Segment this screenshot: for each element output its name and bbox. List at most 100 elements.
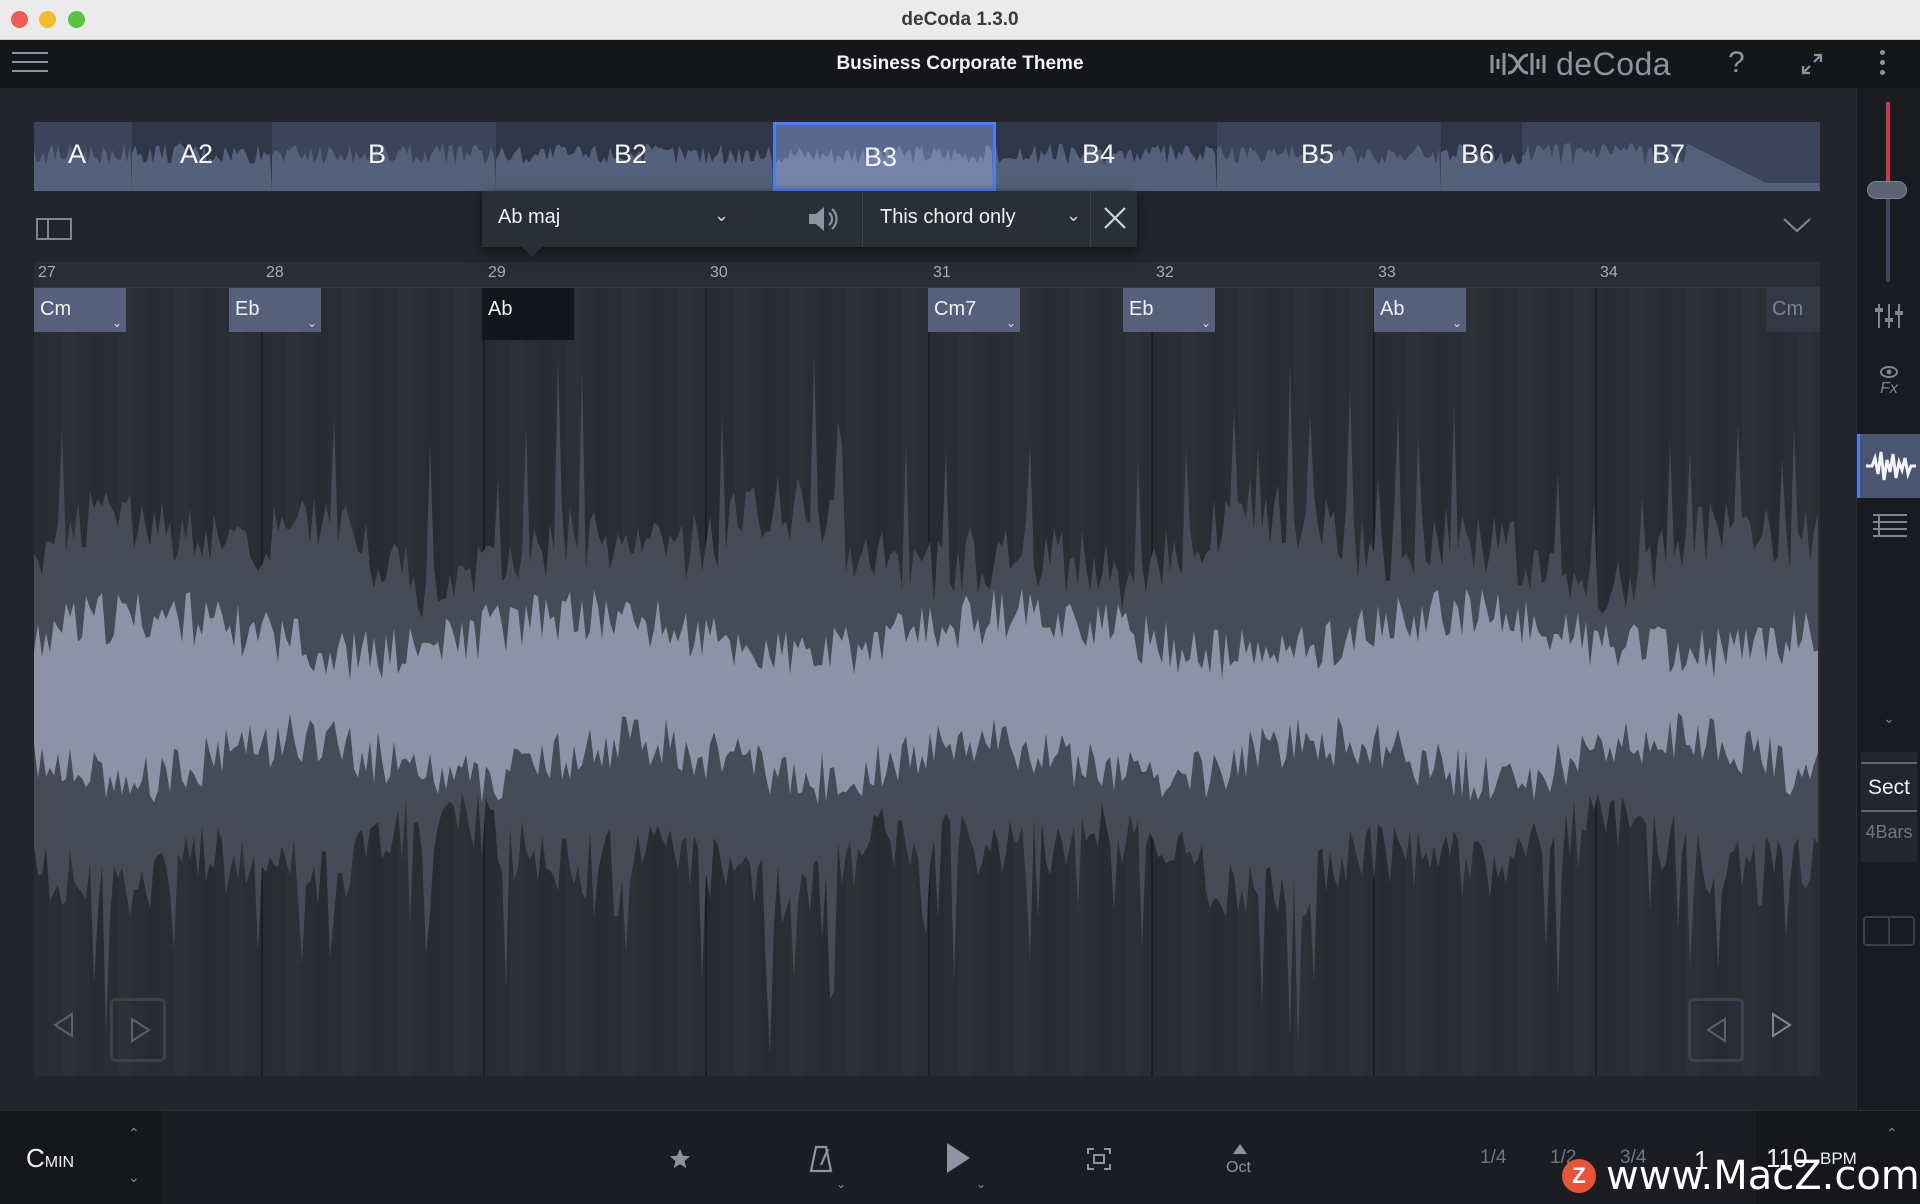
play-caret-icon[interactable]: ⌄ <box>976 1177 986 1191</box>
watermark-text: www.MacZ.com <box>1606 1153 1920 1199</box>
window-title: deCoda 1.3.0 <box>901 9 1019 30</box>
section-tab-b4[interactable]: B4 <box>996 122 1217 191</box>
section-strip: A A2 B B2 B3 B4 B5 B6 B7 <box>34 122 1820 191</box>
bar-number: 29 <box>488 264 506 281</box>
back-triangle-icon <box>1706 1017 1726 1043</box>
section-tab-b[interactable]: B <box>272 122 496 191</box>
four-bars-zoom-button[interactable]: 4Bars <box>1861 822 1917 843</box>
chord-label: Ab <box>1380 298 1405 320</box>
previous-triangle-icon[interactable] <box>52 1012 74 1038</box>
chord-caret-icon[interactable]: ⌄ <box>307 316 317 330</box>
bar-ruler: 27 28 29 30 31 32 33 34 <box>34 262 1820 288</box>
fx-label[interactable]: Fx <box>1857 380 1920 398</box>
chord-button[interactable]: Cm7 ⌄ <box>928 288 1020 332</box>
waveform-view-button[interactable] <box>1857 434 1920 498</box>
play-icon[interactable] <box>944 1141 972 1175</box>
key-mode: MIN <box>44 1154 75 1171</box>
section-label: B4 <box>1082 139 1116 169</box>
section-label: B5 <box>1301 139 1335 169</box>
fx-eye-icon[interactable] <box>1857 364 1920 380</box>
scope-select-caret-icon[interactable]: ⌄ <box>1066 205 1081 226</box>
chord-label: Cm <box>1772 298 1804 320</box>
decoda-logo-icon <box>1490 53 1546 75</box>
key-down-caret-icon[interactable]: ⌄ <box>128 1169 140 1186</box>
chord-label: Eb <box>1129 298 1154 320</box>
chord-button[interactable]: Eb ⌄ <box>1123 288 1215 332</box>
section-tab-a[interactable]: A <box>34 122 132 191</box>
metronome-icon[interactable] <box>808 1143 834 1175</box>
section-tab-b6[interactable]: B6 <box>1441 122 1522 191</box>
section-tab-b3[interactable]: B3 <box>773 122 996 191</box>
apply-scope-select[interactable]: This chord only <box>880 206 1016 229</box>
bpm-up-caret-icon[interactable]: ⌃ <box>1886 1125 1898 1142</box>
loop-region-icon[interactable] <box>1086 1147 1112 1171</box>
key-selector[interactable]: CMIN ⌃ ⌄ <box>0 1111 162 1204</box>
bar-number: 27 <box>38 264 56 281</box>
chord-caret-icon[interactable]: ⌄ <box>112 316 122 330</box>
chord-button[interactable]: Cm <box>1766 288 1820 332</box>
chord-button[interactable]: Cm ⌄ <box>34 288 126 332</box>
chord-select-caret-icon[interactable]: ⌄ <box>714 205 729 226</box>
section-zoom-button[interactable]: Sect <box>1861 762 1917 812</box>
octave-label[interactable]: Oct <box>1226 1159 1251 1177</box>
metronome-caret-icon[interactable]: ⌄ <box>836 1177 846 1191</box>
bar-number: 34 <box>1600 264 1618 281</box>
section-tab-b2[interactable]: B2 <box>496 122 773 191</box>
scroll-left-arrow-icon[interactable] <box>54 652 84 726</box>
watermark: Z www.MacZ.com <box>1562 1153 1920 1199</box>
section-tab-a2[interactable]: A2 <box>132 122 272 191</box>
watermark-badge: Z <box>1562 1159 1596 1193</box>
section-label: B2 <box>614 139 648 169</box>
section-label: A2 <box>180 139 214 169</box>
split-view-icon[interactable] <box>1863 916 1915 946</box>
bar-number: 32 <box>1156 264 1174 281</box>
help-icon[interactable]: ? <box>1728 46 1745 80</box>
list-view-icon[interactable] <box>1857 512 1920 540</box>
popup-pointer <box>522 247 542 257</box>
window-titlebar: deCoda 1.3.0 <box>0 0 1920 40</box>
key-up-caret-icon[interactable]: ⌃ <box>128 1125 140 1142</box>
chord-button[interactable]: Eb ⌄ <box>229 288 321 332</box>
bar-number: 31 <box>933 264 951 281</box>
chord-caret-icon[interactable]: ⌄ <box>1452 316 1462 330</box>
section-label: A <box>68 139 87 169</box>
octave-up-icon[interactable] <box>1232 1143 1248 1155</box>
section-tab-b7[interactable]: B7 <box>1522 122 1820 191</box>
fullscreen-icon[interactable] <box>1800 52 1824 76</box>
play-triangle-icon <box>131 1017 151 1043</box>
chord-timeline[interactable]: 27 28 29 30 31 32 33 34 Cm ⌄ Eb ⌄ Ab Cm7 ⌄ Eb ⌄ Ab ⌄ Cm <box>34 262 1820 1076</box>
loop-start-button[interactable] <box>110 998 166 1062</box>
speed-quarter[interactable]: 1/4 <box>1480 1147 1506 1169</box>
key-root: C <box>26 1143 45 1173</box>
bar-number: 30 <box>710 264 728 281</box>
chord-caret-icon[interactable]: ⌄ <box>1201 316 1211 330</box>
section-label: B <box>368 139 387 169</box>
more-options-icon[interactable] <box>1880 50 1888 78</box>
chord-select[interactable]: Ab maj <box>498 206 560 229</box>
section-tab-b5[interactable]: B5 <box>1217 122 1441 191</box>
key-label: CMIN <box>26 1143 74 1174</box>
waveform-icon <box>1866 451 1916 481</box>
chord-button[interactable]: Ab ⌄ <box>1374 288 1466 332</box>
section-label: B7 <box>1652 139 1686 169</box>
chord-label: Cm <box>40 298 72 320</box>
bar-number: 33 <box>1378 264 1396 281</box>
chord-button[interactable]: Ab <box>482 288 574 340</box>
close-icon[interactable] <box>1102 205 1128 231</box>
popup-divider <box>1090 191 1091 247</box>
star-icon[interactable] <box>668 1147 692 1171</box>
next-triangle-icon[interactable] <box>1770 1012 1792 1038</box>
section-label: B3 <box>864 142 898 172</box>
audio-waveform <box>34 262 1818 1076</box>
chord-label: Cm7 <box>934 298 977 320</box>
chord-label: Ab <box>488 298 513 320</box>
loop-end-button[interactable] <box>1688 998 1744 1062</box>
zoom-caret-icon[interactable]: ⌄ <box>1857 710 1920 727</box>
chevron-down-icon[interactable] <box>1782 216 1812 234</box>
panel-toggle-icon[interactable] <box>36 218 72 240</box>
mixer-sliders-icon[interactable] <box>1857 300 1920 330</box>
speaker-icon[interactable] <box>806 203 840 235</box>
volume-slider-knob[interactable] <box>1867 181 1907 199</box>
scroll-right-arrow-icon[interactable] <box>1752 652 1782 726</box>
chord-caret-icon[interactable]: ⌄ <box>1006 316 1016 330</box>
